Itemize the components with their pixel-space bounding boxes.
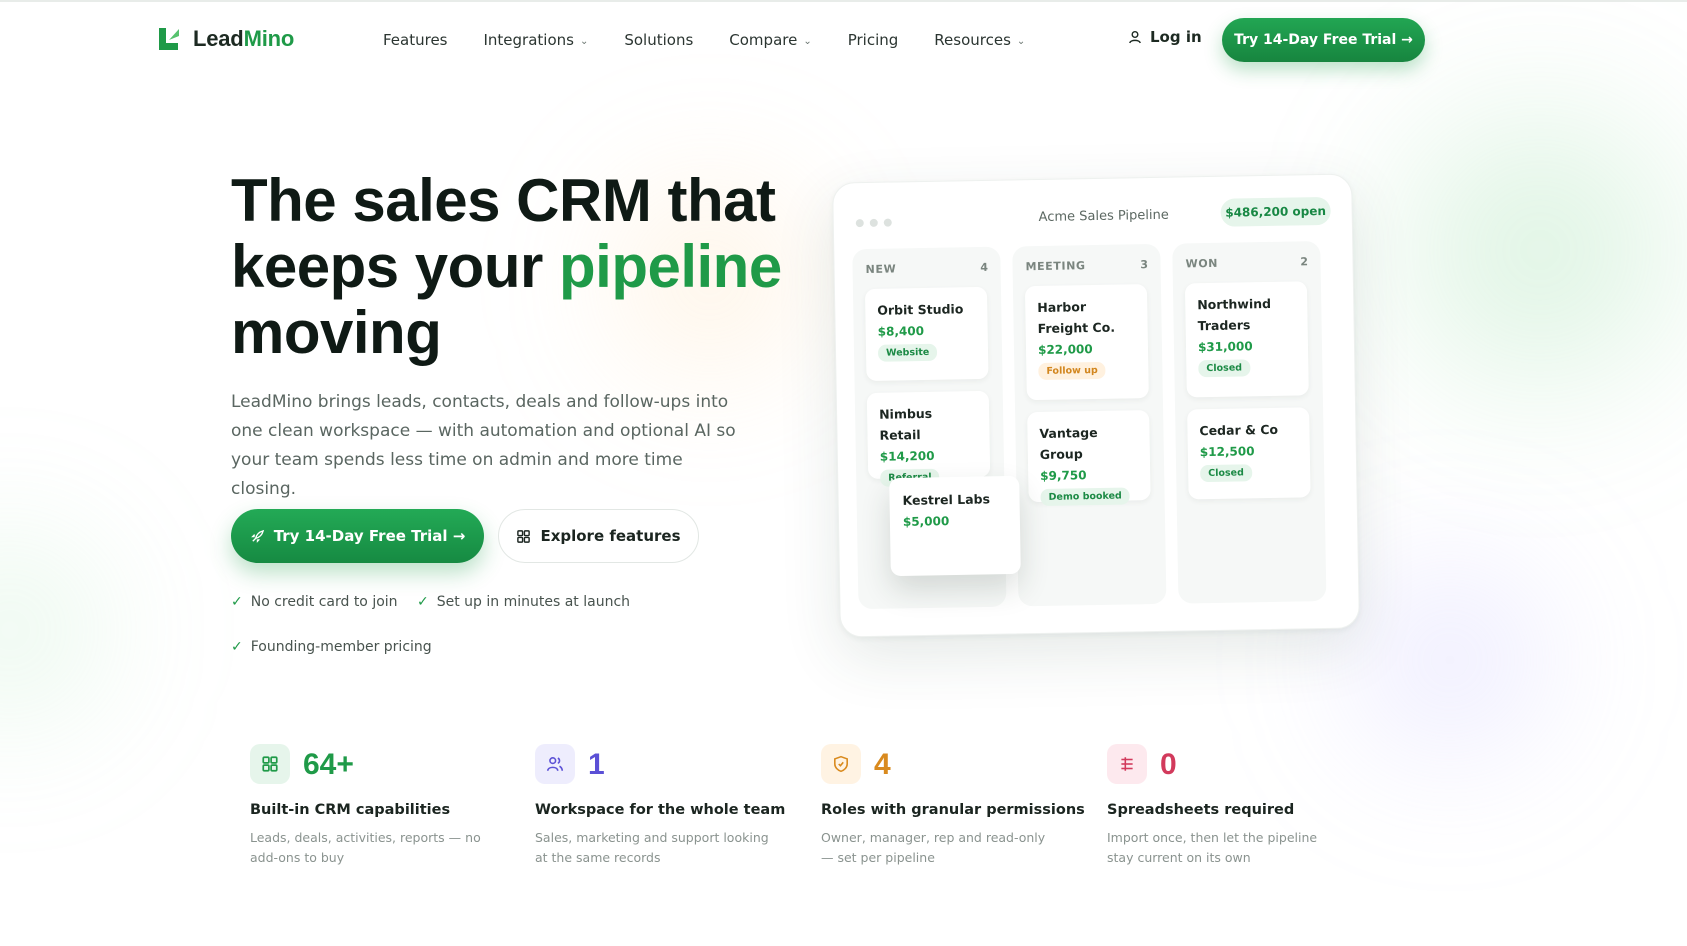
column-count: 4	[980, 260, 989, 274]
chevron-down-icon: ⌄	[579, 35, 589, 47]
rocket-icon	[250, 529, 264, 543]
table-icon	[1107, 744, 1147, 784]
explore-features-button[interactable]: Explore features	[498, 509, 699, 563]
check-icon: ✓	[231, 639, 243, 655]
column-count: 2	[1300, 255, 1309, 269]
nav-resources[interactable]: Resources ⌄	[934, 28, 1025, 52]
stat-description: Sales, marketing and support looking at …	[535, 830, 769, 865]
check-icon: ✓	[231, 594, 243, 610]
check-item: ✓ Founding-member pricing	[231, 639, 432, 655]
nav-compare[interactable]: Compare ⌄	[729, 28, 811, 52]
column-title: WON	[1185, 256, 1219, 271]
hero-title: The sales CRM that keeps your pipeline m…	[231, 167, 782, 366]
board-column-meeting: MEETING 3 Harbor Freight Co. $22,000 Foll…	[1012, 243, 1167, 607]
check-icon: ✓	[417, 594, 429, 610]
chevron-down-icon: ⌄	[1016, 35, 1026, 47]
board-column-won: WON 2 Northwind Traders $31,000 Closed Ce…	[1172, 241, 1327, 604]
grid-icon	[517, 529, 531, 543]
deal-tag: Website	[877, 343, 938, 362]
shield-icon	[821, 744, 861, 784]
nav-trial-button[interactable]: Try 14-Day Free Trial →	[1222, 18, 1425, 62]
users-icon	[535, 744, 575, 784]
stat-value: 1	[588, 748, 605, 781]
deal-tag: Demo booked	[1040, 487, 1130, 506]
grid-icon	[250, 744, 290, 784]
column-title: NEW	[865, 262, 897, 276]
chevron-down-icon: ⌄	[803, 35, 812, 47]
nav-solutions[interactable]: Solutions	[624, 28, 693, 52]
deal-card[interactable]: Vantage Group $9,750 Demo booked	[1027, 410, 1151, 506]
stat-roles: 4 Roles with granular permissions Owner,…	[821, 744, 1085, 865]
deal-tag: Closed	[1198, 359, 1251, 378]
brand-logo[interactable]: LeadMino	[157, 26, 294, 52]
stat-description: Owner, manager, rep and read-only — set …	[821, 830, 1046, 865]
stat-title: Built-in CRM capabilities	[250, 802, 451, 818]
stat-description: Import once, then let the pipeline stay …	[1107, 830, 1318, 865]
hero-title-highlight: pipeline	[559, 233, 782, 300]
stat-title: Spreadsheets required	[1107, 802, 1295, 818]
stat-capabilities: 64+ Built-in CRM capabilities Leads, dea…	[250, 744, 500, 865]
stat-title: Roles with granular permissions	[821, 802, 1085, 818]
stat-value: 4	[874, 748, 891, 781]
dragging-deal-card[interactable]: Kestrel Labs $5,000	[889, 475, 1021, 577]
hero-trial-button[interactable]: Try 14-Day Free Trial →	[231, 509, 484, 563]
deal-card[interactable]: Nimbus Retail $14,200 Referral	[866, 390, 991, 487]
board-title: Acme Sales Pipeline	[1038, 207, 1169, 225]
deal-card[interactable]: Orbit Studio $8,400 Website	[864, 286, 989, 382]
nav-integrations[interactable]: Integrations ⌄	[484, 28, 589, 52]
stat-value: 64+	[303, 748, 354, 781]
nav-features[interactable]: Features	[383, 28, 448, 52]
column-title: MEETING	[1025, 259, 1086, 274]
stat-description: Leads, deals, activities, reports — no a…	[250, 830, 481, 865]
deal-card[interactable]: Cedar & Co $12,500 Closed	[1187, 407, 1311, 500]
check-item: ✓ No credit card to join	[231, 594, 398, 610]
top-nav: LeadMino Features Integrations ⌄ Solution…	[0, 0, 1687, 80]
user-icon	[1129, 31, 1141, 44]
nav-pricing[interactable]: Pricing	[848, 28, 899, 52]
deal-card[interactable]: Harbor Freight Co. $22,000 Follow up	[1024, 284, 1149, 401]
window-dots	[855, 218, 892, 228]
stat-workspace: 1 Workspace for the whole team Sales, ma…	[535, 744, 785, 865]
brand-name: LeadMino	[193, 26, 295, 51]
deal-tag: Follow up	[1038, 361, 1106, 380]
check-item: ✓ Set up in minutes at launch	[417, 594, 631, 610]
nav-links: Features Integrations ⌄ Solutions Compare…	[383, 28, 1025, 52]
leadmino-logo-icon	[159, 28, 179, 50]
stat-spreadsheets: 0 Spreadsheets required Import once, the…	[1107, 744, 1357, 865]
hero-subtitle: LeadMino brings leads, contacts, deals a…	[231, 392, 736, 499]
login-link[interactable]: Log in	[1128, 28, 1202, 46]
open-total-badge: $486,200 open	[1220, 196, 1331, 227]
stat-value: 0	[1160, 748, 1177, 781]
deal-tag: Closed	[1200, 464, 1253, 483]
stat-title: Workspace for the whole team	[535, 802, 786, 818]
column-count: 3	[1140, 258, 1149, 272]
deal-card[interactable]: Northwind Traders $31,000 Closed	[1184, 281, 1309, 398]
